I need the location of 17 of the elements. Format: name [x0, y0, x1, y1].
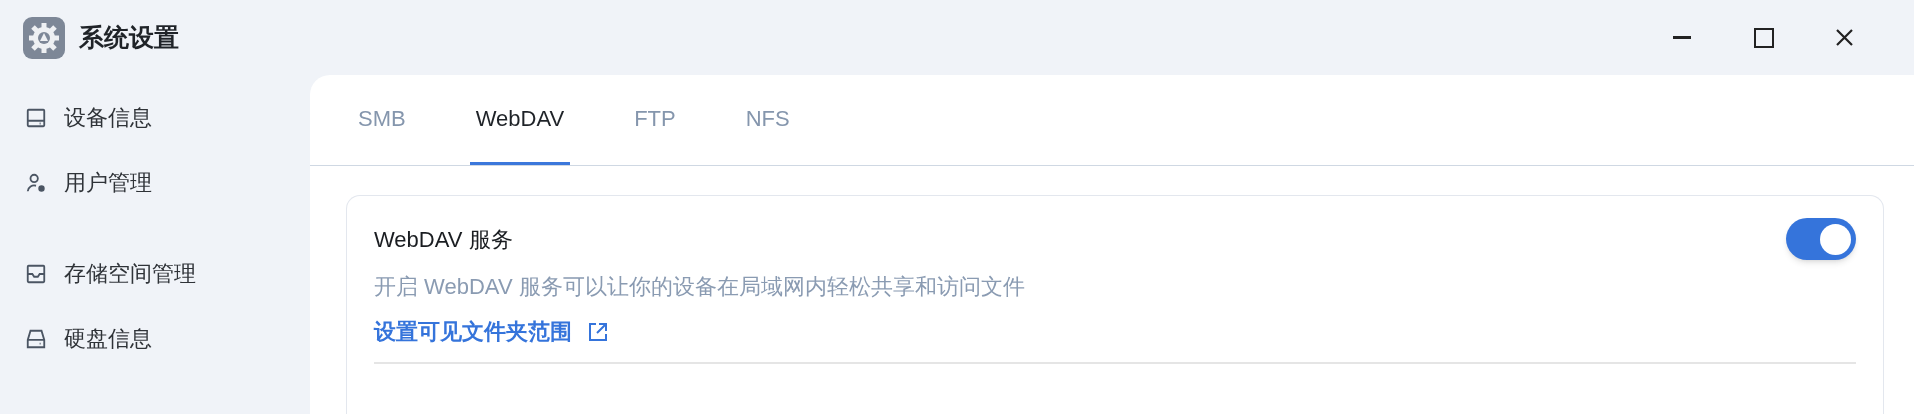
service-description: 开启 WebDAV 服务可以让你的设备在局域网内轻松共享和访问文件 [374, 273, 1026, 301]
sidebar-item[interactable]: 硬盘信息 [25, 306, 310, 371]
sidebar-item[interactable]: 用户管理 [25, 150, 310, 215]
toggle-switch[interactable] [1786, 218, 1856, 260]
tab[interactable]: WebDAV [469, 75, 571, 165]
tray-icon [25, 262, 47, 285]
window-title: 系统设置 [79, 21, 179, 53]
sidebar-item[interactable]: 存储空间管理 [25, 241, 310, 306]
folder-scope-link[interactable]: 设置可见文件夹范围 [374, 315, 572, 348]
close-icon [1835, 29, 1853, 46]
maximize-icon [1754, 27, 1774, 48]
external-link-icon [588, 321, 608, 342]
minimize-icon [1673, 35, 1691, 40]
gear-app-icon [23, 16, 65, 59]
service-title: WebDAV 服务 [374, 225, 513, 254]
drive-icon [25, 106, 47, 129]
sidebar-item[interactable]: 设备信息 [25, 85, 310, 150]
